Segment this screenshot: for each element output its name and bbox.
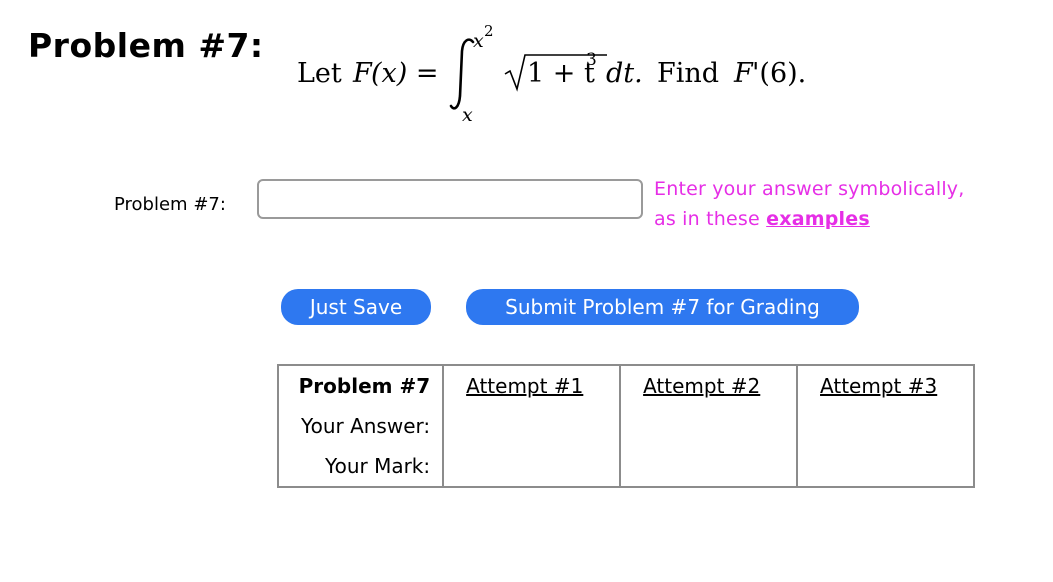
statement-target-function: F <box>734 58 753 89</box>
problem-statement: Let F (x) = x 2 x 1 + t 3 dt. Find F '(6… <box>297 22 857 128</box>
integral-upper-exponent: 2 <box>484 22 494 40</box>
attempt-2-link[interactable]: Attempt #2 <box>643 374 760 398</box>
attempt-3-answer <box>797 406 974 446</box>
statement-function-args: (x) = <box>371 58 439 89</box>
statement-target-rest: '(6). <box>752 58 807 89</box>
integral-lower-limit: x <box>462 104 473 126</box>
attempt-2-answer <box>620 406 799 446</box>
attempt-1-header: Attempt #1 <box>443 365 622 406</box>
hint-line-2: as in these <box>654 208 760 230</box>
answer-hint: Enter your answer symbolically, as in th… <box>654 174 965 234</box>
answer-input[interactable] <box>257 179 643 219</box>
radicand-exponent: 3 <box>586 50 597 70</box>
submit-button[interactable]: Submit Problem #7 for Grading <box>466 289 859 325</box>
your-answer-label: Your Answer: <box>278 406 445 446</box>
integral-upper-limit: x <box>473 30 484 52</box>
attempt-2-header: Attempt #2 <box>620 365 799 406</box>
statement-dt: dt. <box>606 58 643 89</box>
attempt-3-mark <box>797 446 974 487</box>
table-header-row: Problem #7 Attempt #1 Attempt #2 Attempt… <box>278 365 974 406</box>
attempt-3-header: Attempt #3 <box>797 365 974 406</box>
just-save-button[interactable]: Just Save <box>281 289 431 325</box>
statement-let: Let <box>297 58 342 89</box>
attempt-2-mark <box>620 446 799 487</box>
statement-find: Find <box>657 58 720 89</box>
table-header-problem: Problem #7 <box>278 365 445 406</box>
attempt-1-mark <box>443 446 622 487</box>
your-mark-label: Your Mark: <box>278 446 445 487</box>
attempt-3-link[interactable]: Attempt #3 <box>820 374 937 398</box>
attempt-1-link[interactable]: Attempt #1 <box>466 374 583 398</box>
table-row: Your Mark: <box>278 446 974 487</box>
answer-label: Problem #7: <box>114 194 226 215</box>
attempt-1-answer <box>443 406 622 446</box>
table-row: Your Answer: <box>278 406 974 446</box>
problem-title: Problem #7: <box>28 26 264 65</box>
statement-function-name: F <box>353 58 372 89</box>
sqrt-radicand: 1 + t <box>527 58 595 89</box>
hint-line-1: Enter your answer symbolically, <box>654 178 965 200</box>
examples-link[interactable]: examples <box>766 208 870 230</box>
attempts-table: Problem #7 Attempt #1 Attempt #2 Attempt… <box>277 364 975 488</box>
